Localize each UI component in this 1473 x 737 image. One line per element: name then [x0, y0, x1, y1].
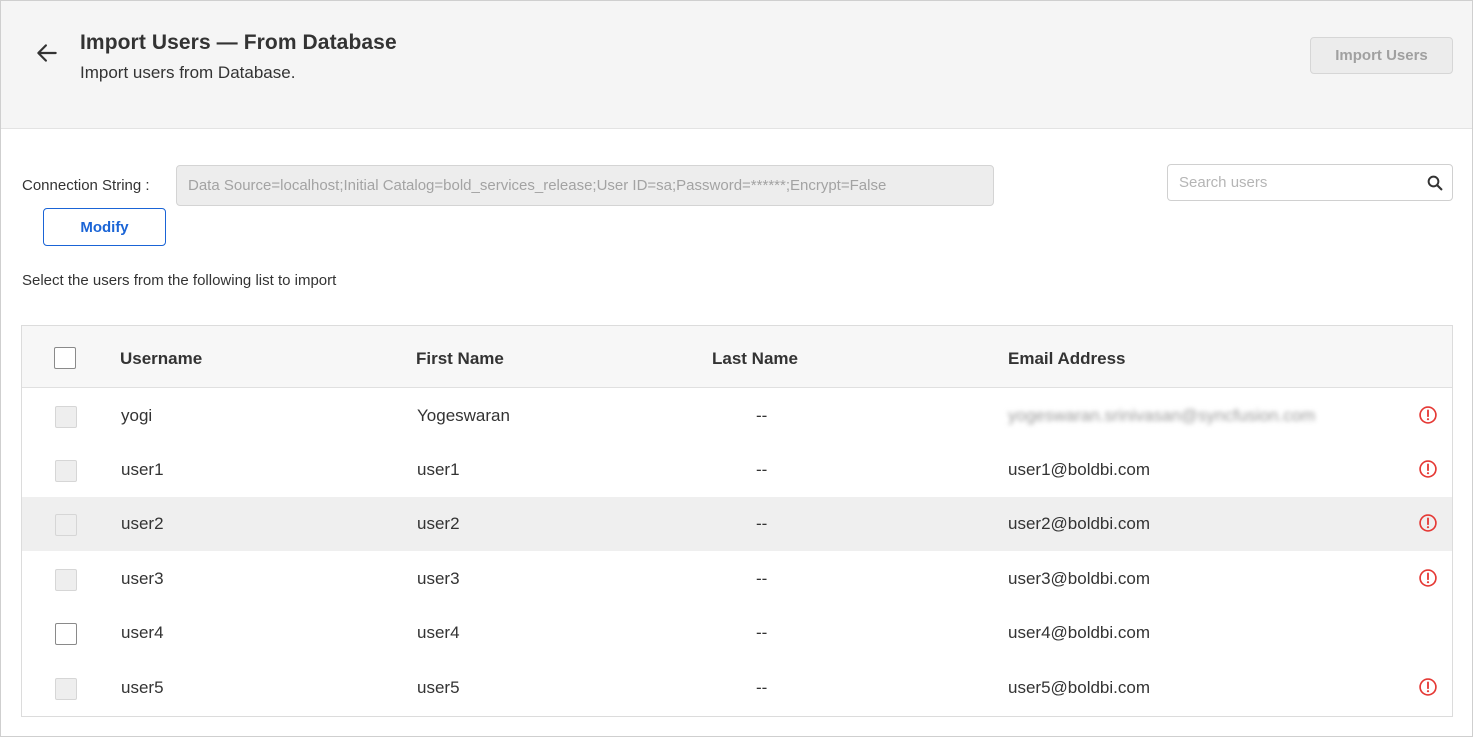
last-name-cell: --: [756, 623, 768, 642]
table-row[interactable]: user3 user3 -- user3@boldbi.com: [22, 552, 1452, 606]
column-header-last-name: Last Name: [712, 349, 798, 368]
import-users-page: Import Users — From Database Import user…: [0, 0, 1473, 737]
select-all-checkbox[interactable]: [54, 347, 76, 369]
connection-string-field: Data Source=localhost;Initial Catalog=bo…: [176, 165, 994, 206]
username-cell: user4: [121, 623, 164, 642]
row-checkbox[interactable]: [55, 460, 77, 482]
last-name-cell: --: [756, 460, 768, 479]
first-name-cell: user3: [417, 569, 460, 588]
email-cell: user1@boldbi.com: [1008, 460, 1150, 479]
page-subtitle: Import users from Database.: [80, 63, 296, 82]
grid-header: Username First Name Last Name Email Addr…: [22, 326, 1452, 388]
connection-string-label: Connection String :: [22, 177, 150, 194]
table-row[interactable]: yogi Yogeswaran -- yogeswaran.srinivasan…: [22, 389, 1452, 443]
arrow-left-icon: [37, 44, 57, 62]
table-row[interactable]: user1 user1 -- user1@boldbi.com: [22, 443, 1452, 497]
table-row[interactable]: user4 user4 -- user4@boldbi.com: [22, 606, 1452, 660]
row-checkbox[interactable]: [55, 623, 77, 645]
last-name-cell: --: [756, 406, 768, 425]
username-cell: yogi: [121, 406, 153, 425]
email-cell: user5@boldbi.com: [1008, 678, 1150, 697]
warning-circle-icon[interactable]: [1418, 513, 1438, 533]
import-users-button[interactable]: Import Users: [1310, 37, 1453, 74]
row-checkbox[interactable]: [55, 406, 77, 428]
username-cell: user1: [121, 460, 164, 479]
table-row[interactable]: user5 user5 -- user5@boldbi.com: [22, 661, 1452, 715]
username-cell: user3: [121, 569, 164, 588]
users-grid: Username First Name Last Name Email Addr…: [21, 325, 1453, 717]
page-title: Import Users — From Database: [80, 31, 397, 54]
row-checkbox[interactable]: [55, 514, 77, 536]
column-header-username: Username: [120, 349, 203, 368]
row-checkbox[interactable]: [55, 569, 77, 591]
back-button[interactable]: [31, 37, 63, 69]
first-name-cell: Yogeswaran: [417, 406, 510, 425]
email-cell: user2@boldbi.com: [1008, 514, 1150, 533]
warning-circle-icon[interactable]: [1418, 677, 1438, 697]
warning-circle-icon[interactable]: [1418, 568, 1438, 588]
username-cell: user5: [121, 678, 164, 697]
last-name-cell: --: [756, 514, 768, 533]
username-cell: user2: [121, 514, 164, 533]
last-name-cell: --: [756, 569, 768, 588]
warning-circle-icon[interactable]: [1418, 459, 1438, 479]
modify-button[interactable]: Modify: [43, 208, 166, 246]
email-cell: user3@boldbi.com: [1008, 569, 1150, 588]
search-icon[interactable]: [1426, 174, 1444, 192]
search-input[interactable]: [1168, 165, 1418, 200]
last-name-cell: --: [756, 678, 768, 697]
first-name-cell: user2: [417, 514, 460, 533]
column-header-email: Email Address: [1008, 349, 1126, 368]
column-header-first-name: First Name: [416, 349, 504, 368]
page-header: Import Users — From Database Import user…: [1, 1, 1472, 129]
table-row[interactable]: user2 user2 -- user2@boldbi.com: [22, 497, 1452, 551]
search-box: [1167, 164, 1453, 201]
first-name-cell: user4: [417, 623, 460, 642]
email-cell: yogeswaran.srinivasan@syncfusion.com: [1008, 406, 1316, 425]
row-checkbox[interactable]: [55, 678, 77, 700]
first-name-cell: user1: [417, 460, 460, 479]
instruction-text: Select the users from the following list…: [22, 272, 337, 289]
warning-circle-icon[interactable]: [1418, 405, 1438, 425]
first-name-cell: user5: [417, 678, 460, 697]
email-cell: user4@boldbi.com: [1008, 623, 1150, 642]
